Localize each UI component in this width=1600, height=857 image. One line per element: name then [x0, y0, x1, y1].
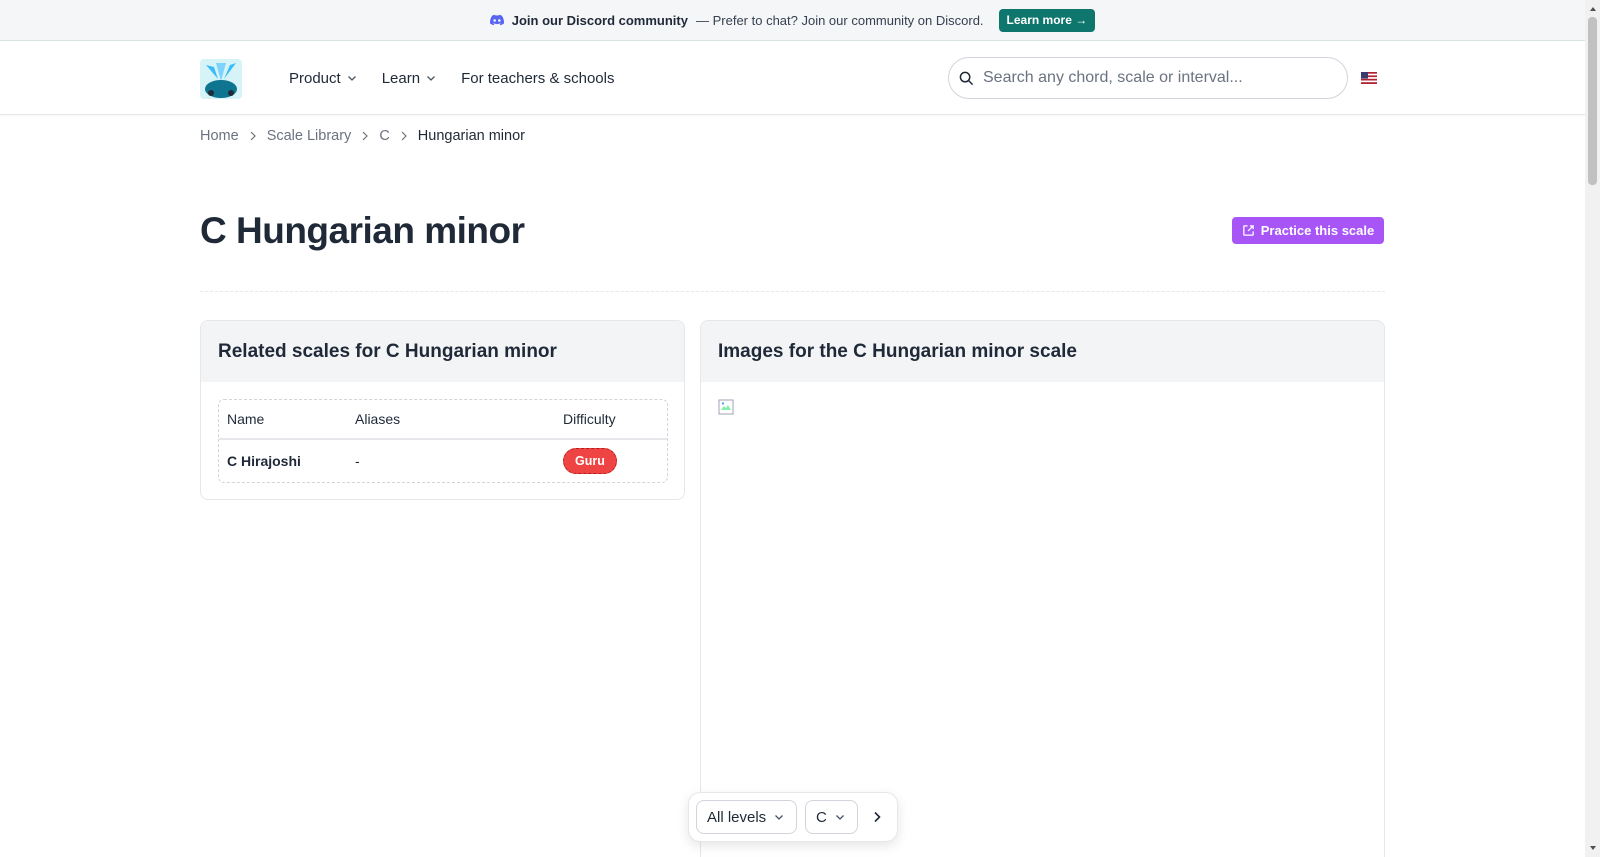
scrollbar-thumb[interactable] [1588, 17, 1597, 185]
breadcrumb-scale-library[interactable]: Scale Library [267, 128, 352, 144]
table-row[interactable]: C Hirajoshi - Guru [219, 440, 667, 482]
main-nav: Product Learn For teachers & schools [289, 41, 639, 115]
scale-images-heading: Images for the C Hungarian minor scale [701, 321, 1384, 382]
page-title: C Hungarian minor [200, 210, 525, 251]
nav-item-label: Product [289, 69, 341, 87]
learn-more-button[interactable]: Learn more → [998, 8, 1096, 32]
section-divider [200, 291, 1385, 292]
scroll-down-arrow-icon[interactable] [1588, 843, 1597, 852]
banner-message: — Prefer to chat? Join our community on … [695, 12, 984, 28]
practice-scale-button[interactable]: Practice this scale [1232, 217, 1384, 244]
related-scales-card: Related scales for C Hungarian minor Nam… [200, 320, 685, 500]
site-logo[interactable] [200, 59, 242, 99]
related-scales-table: Name Aliases Difficulty C Hirajoshi - Gu… [218, 399, 668, 483]
chevron-right-icon [362, 131, 369, 141]
key-select[interactable]: C [805, 800, 858, 834]
search-icon [959, 71, 974, 85]
chevron-down-icon [427, 76, 436, 81]
breadcrumb-home[interactable]: Home [200, 128, 239, 144]
filter-toolbar: All levels C [688, 792, 898, 842]
breadcrumb-current: Hungarian minor [417, 128, 525, 144]
discord-icon [489, 14, 504, 26]
search-input[interactable] [983, 69, 1323, 87]
broken-image-icon [718, 399, 734, 415]
table-header-row: Name Aliases Difficulty [219, 400, 667, 440]
level-select[interactable]: All levels [696, 800, 797, 834]
search-box [948, 57, 1348, 99]
banner-title: Join our Discord community [511, 12, 688, 28]
chevron-right-icon [401, 131, 407, 141]
column-header-difficulty: Difficulty [563, 411, 616, 427]
chevron-down-icon [835, 815, 844, 820]
level-select-value: All levels [707, 808, 767, 826]
us-flag-icon[interactable] [1361, 71, 1377, 84]
chevron-down-icon [775, 815, 784, 820]
related-scales-heading: Related scales for C Hungarian minor [201, 321, 684, 382]
chevron-right-icon [874, 811, 881, 823]
discord-banner: Join our Discord community — Prefer to c… [0, 0, 1585, 41]
chevron-down-icon [347, 76, 356, 81]
nav-item-product[interactable]: Product [289, 70, 357, 87]
breadcrumb-key[interactable]: C [379, 128, 389, 144]
scale-images-card: Images for the C Hungarian minor scale [700, 320, 1385, 857]
nav-item-learn[interactable]: Learn [382, 70, 436, 87]
nav-item-label: Learn [381, 69, 421, 87]
column-header-aliases: Aliases [355, 411, 401, 427]
nav-item-label: For teachers & schools [461, 69, 615, 87]
page-scrollbar[interactable] [1585, 0, 1600, 857]
practice-scale-label: Practice this scale [1260, 223, 1375, 238]
next-button[interactable] [870, 810, 884, 824]
scale-name-link[interactable]: C Hirajoshi [219, 453, 349, 469]
difficulty-badge: Guru [563, 448, 617, 474]
nav-item-teachers[interactable]: For teachers & schools [461, 70, 614, 87]
breadcrumb: Home Scale Library C Hungarian minor [200, 128, 525, 144]
scale-aliases: - [355, 453, 360, 469]
key-select-value: C [816, 808, 827, 826]
column-header-name: Name [227, 411, 265, 427]
external-link-icon [1242, 225, 1254, 236]
site-header: Product Learn For teachers & schools [0, 41, 1585, 115]
scroll-up-arrow-icon[interactable] [1588, 4, 1597, 13]
chevron-right-icon [250, 131, 256, 141]
